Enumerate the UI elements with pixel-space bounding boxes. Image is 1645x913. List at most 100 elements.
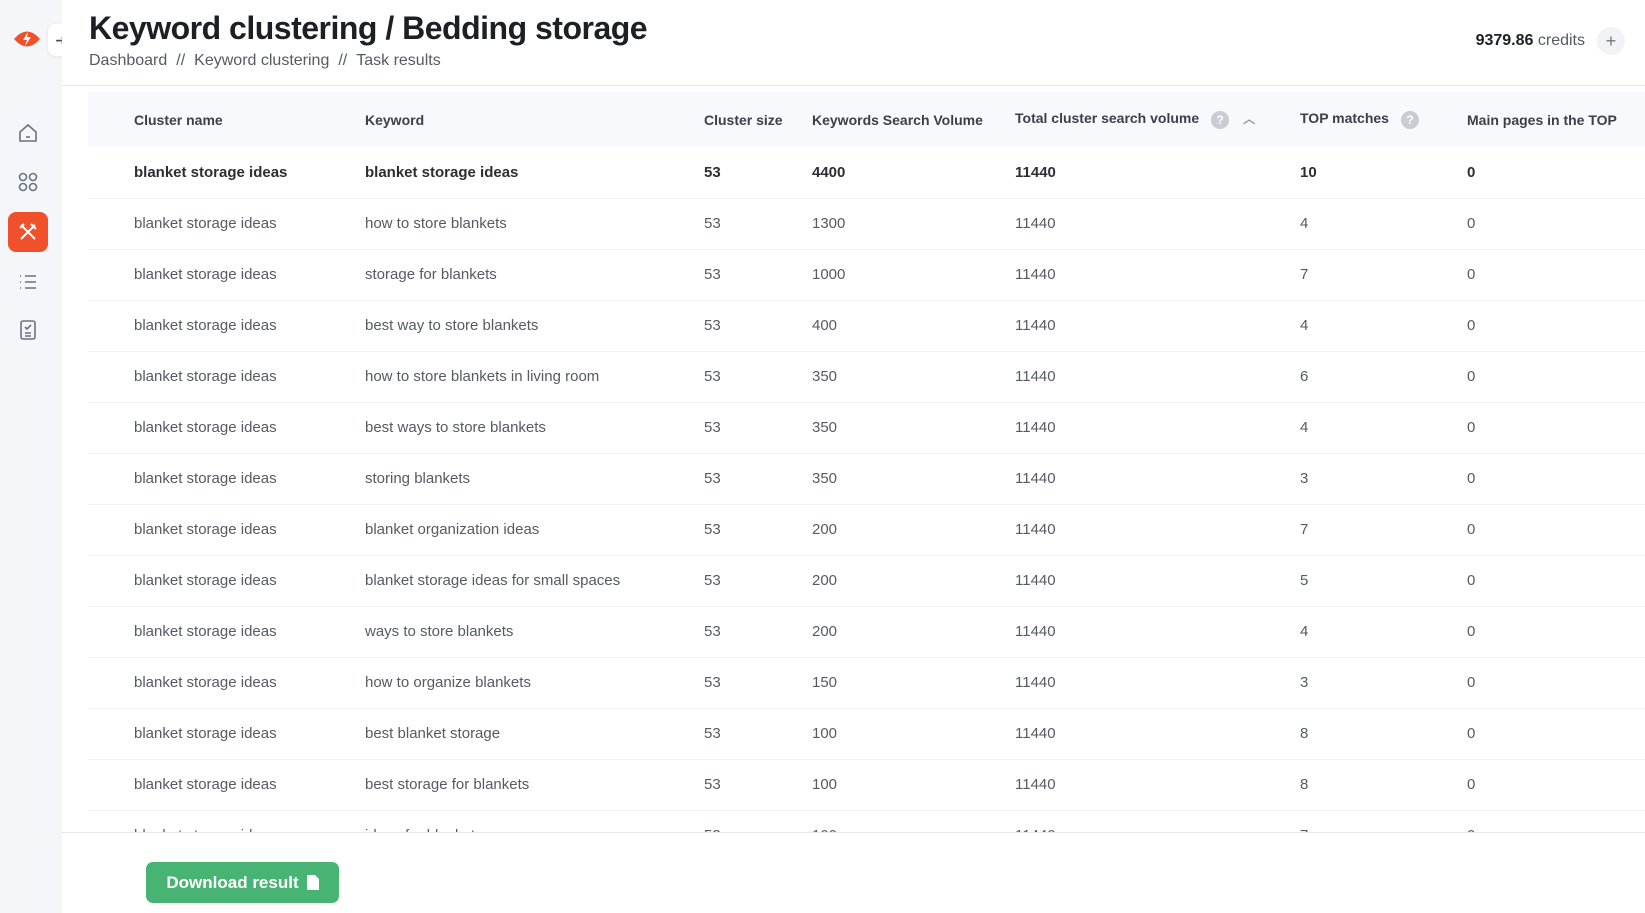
checklist-icon [20, 320, 36, 340]
page-title: Keyword clustering / Bedding storage [89, 10, 648, 46]
table-row[interactable]: blanket storage ideas storing blankets 53 3… [88, 453, 1645, 505]
cell-keyword: blanket storage ideas for small spaces [365, 555, 704, 607]
cell-keyword: ways to store blankets [365, 606, 704, 658]
cell-total-volume: 11440 [1015, 453, 1300, 505]
cell-cluster-size: 53 [704, 810, 812, 832]
table-row[interactable]: blanket storage ideas best ways to store … [88, 402, 1645, 454]
table-row[interactable]: blanket storage ideas best blanket storag… [88, 708, 1645, 760]
breadcrumb-task-results: Task results [356, 52, 441, 69]
cell-keyword-volume: 100 [812, 759, 1015, 811]
help-icon[interactable]: ? [1211, 110, 1230, 129]
cell-keyword: best way to store blankets [365, 300, 704, 352]
cell-cluster-size: 53 [704, 198, 812, 250]
add-credits-button[interactable]: + [1597, 27, 1625, 55]
table-row[interactable]: blanket storage ideas best way to store b… [88, 300, 1645, 352]
cell-cluster-size: 53 [704, 453, 812, 505]
column-main-pages-in-top[interactable]: Main pages in the TOP [1467, 92, 1645, 147]
cell-total-volume: 11440 [1015, 402, 1300, 454]
breadcrumb-separator: // [338, 52, 348, 69]
cell-keyword: best blanket storage [365, 708, 704, 760]
cell-main-pages: 0 [1467, 759, 1645, 811]
table-row[interactable]: blanket storage ideasideas for blankets5… [88, 810, 1645, 832]
cell-keyword-volume: 200 [812, 555, 1015, 607]
cell-cluster-name: blanket storage ideas [88, 657, 365, 709]
cell-cluster-name: blanket storage ideas [88, 147, 365, 199]
breadcrumb: Dashboard // Keyword clustering // Task resu… [89, 52, 441, 70]
cell-keyword: storage for blankets [365, 249, 704, 301]
table-row[interactable]: blanket storage ideas blanket storage ide… [88, 147, 1645, 199]
download-result-button[interactable]: Download result [146, 862, 339, 903]
cell-keyword-volume: 1000 [812, 249, 1015, 301]
sidebar-item-list[interactable] [8, 262, 48, 302]
cell-total-volume: 11440 [1015, 198, 1300, 250]
cell-keyword-volume: 200 [812, 504, 1015, 556]
results-table-container[interactable]: Cluster name Keyword Cluster size Keywor… [88, 92, 1645, 832]
column-total-cluster-search-volume[interactable]: Total cluster search volume? ︿ [1015, 92, 1300, 147]
cell-cluster-name: blanket storage ideas [88, 708, 365, 760]
cell-main-pages: 0 [1467, 351, 1645, 403]
table-row[interactable]: blanket storage ideas how to organize bla… [88, 657, 1645, 709]
column-top-matches[interactable]: TOP matches? [1300, 92, 1467, 147]
cell-top-matches: 3 [1300, 657, 1467, 709]
cell-keyword-volume: 150 [812, 657, 1015, 709]
cell-main-pages: 0 [1467, 708, 1645, 760]
breadcrumb-dashboard[interactable]: Dashboard [89, 52, 167, 69]
cell-keyword: how to organize blankets [365, 657, 704, 709]
cell-keyword-volume: 100 [812, 810, 1015, 832]
cell-cluster-name: blanket storage ideas [88, 504, 365, 556]
cell-cluster-size: 53 [704, 249, 812, 301]
cell-cluster-size: 53 [704, 300, 812, 352]
breadcrumb-keyword-clustering[interactable]: Keyword clustering [194, 52, 329, 69]
cell-keyword: how to store blankets in living room [365, 351, 704, 403]
cell-cluster-size: 53 [704, 708, 812, 760]
file-icon [306, 875, 319, 890]
cell-cluster-name: blanket storage ideas [88, 198, 365, 250]
cell-main-pages: 0 [1467, 147, 1645, 199]
sidebar-item-apps[interactable] [8, 162, 48, 202]
cell-main-pages: 0 [1467, 555, 1645, 607]
table-row[interactable]: blanket storage ideas how to store blanke… [88, 198, 1645, 250]
cell-keyword: best ways to store blankets [365, 402, 704, 454]
cell-main-pages: 0 [1467, 453, 1645, 505]
cell-cluster-name: blanket storage ideas [88, 606, 365, 658]
cell-keyword-volume: 100 [812, 708, 1015, 760]
help-icon[interactable]: ? [1400, 110, 1419, 129]
cell-top-matches: 4 [1300, 606, 1467, 658]
sidebar-item-tools[interactable] [8, 212, 48, 252]
column-cluster-size[interactable]: Cluster size [704, 92, 812, 147]
cell-top-matches: 7 [1300, 249, 1467, 301]
column-keyword[interactable]: Keyword [365, 92, 704, 147]
sidebar-item-home[interactable] [8, 113, 48, 153]
cell-cluster-size: 53 [704, 657, 812, 709]
cell-cluster-size: 53 [704, 402, 812, 454]
cell-cluster-size: 53 [704, 147, 812, 199]
table-row[interactable]: blanket storage ideas how to store blanke… [88, 351, 1645, 403]
column-keywords-search-volume[interactable]: Keywords Search Volume [812, 92, 1015, 147]
page-header: Keyword clustering / Bedding storage Das… [62, 0, 1645, 86]
table-row[interactable]: blanket storage ideas storage for blanket… [88, 249, 1645, 301]
cell-total-volume: 11440 [1015, 249, 1300, 301]
cell-top-matches: 3 [1300, 453, 1467, 505]
sidebar-item-tasks[interactable] [8, 310, 48, 350]
cell-total-volume: 11440 [1015, 555, 1300, 607]
table-row[interactable]: blanket storage ideas best storage for bl… [88, 759, 1645, 811]
cell-total-volume: 11440 [1015, 810, 1300, 832]
table-row[interactable]: blanket storage ideas blanket storage ide… [88, 555, 1645, 607]
cell-main-pages: 0 [1467, 606, 1645, 658]
sort-ascending-icon[interactable]: ︿ [1243, 110, 1255, 127]
column-cluster-name[interactable]: Cluster name [88, 92, 365, 147]
list-icon [20, 275, 36, 289]
cell-total-volume: 11440 [1015, 657, 1300, 709]
cell-keyword-volume: 350 [812, 402, 1015, 454]
table-row[interactable]: blanket storage ideas ways to store blank… [88, 606, 1645, 658]
footer: Download result [62, 832, 1645, 913]
cell-keyword: blanket storage ideas [365, 147, 704, 199]
credits-label: credits [1537, 32, 1585, 49]
cell-top-matches: 4 [1300, 300, 1467, 352]
cell-main-pages: 0 [1467, 504, 1645, 556]
cell-keyword-volume: 1300 [812, 198, 1015, 250]
cell-main-pages: 0 [1467, 810, 1645, 832]
cell-total-volume: 11440 [1015, 606, 1300, 658]
table-row[interactable]: blanket storage ideas blanket organizatio… [88, 504, 1645, 556]
tools-icon [19, 223, 37, 240]
